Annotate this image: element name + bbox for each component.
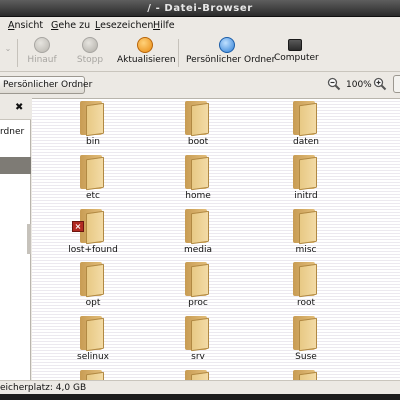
home-label: Persönlicher Ordner bbox=[186, 55, 276, 65]
folder-name: daten bbox=[293, 137, 319, 147]
folder-name: proc bbox=[188, 298, 208, 308]
no-access-icon: × bbox=[72, 221, 84, 232]
folder-item[interactable] bbox=[158, 370, 238, 380]
folder-item[interactable]: selinux bbox=[53, 316, 133, 366]
folder-name: lost+found bbox=[68, 245, 118, 255]
folder-item[interactable]: srv bbox=[158, 316, 238, 366]
folder-name: root bbox=[296, 298, 316, 308]
folder-icon bbox=[290, 101, 322, 137]
folder-icon bbox=[182, 209, 214, 245]
folder-icon bbox=[290, 262, 322, 298]
sidebar-header: ✖ bbox=[0, 98, 31, 120]
file-browser-window: / - Datei-Browser Ansicht Gehe zu Leseze… bbox=[0, 0, 400, 400]
free-space-text: eicherplatz: 4,0 GB bbox=[0, 383, 87, 393]
folder-item[interactable]: proc bbox=[158, 262, 238, 312]
zoom-out-icon[interactable] bbox=[327, 77, 341, 91]
menu-ansicht[interactable]: Ansicht bbox=[8, 19, 43, 32]
menu-bar: Ansicht Gehe zu Lesezeichen Hilfe bbox=[0, 17, 400, 34]
close-icon[interactable]: ✖ bbox=[15, 102, 23, 113]
toolbar: ⌄ Hinauf Stopp Aktualisieren Persönliche… bbox=[0, 34, 400, 72]
chevron-down-icon: ⌄ bbox=[4, 44, 12, 53]
folder-item[interactable]: home bbox=[158, 155, 238, 205]
computer-label: Computer bbox=[274, 53, 319, 63]
home-icon bbox=[219, 37, 235, 53]
folder-icon bbox=[182, 262, 214, 298]
up-icon bbox=[34, 37, 50, 53]
folder-name: Suse bbox=[295, 352, 317, 362]
folder-item[interactable]: boot bbox=[158, 101, 238, 151]
folder-icon bbox=[290, 155, 322, 191]
title-bar[interactable]: / - Datei-Browser bbox=[0, 0, 400, 17]
folder-item[interactable]: initrd bbox=[266, 155, 346, 205]
folder-name: opt bbox=[85, 298, 101, 308]
window-title: / - Datei-Browser bbox=[147, 3, 253, 14]
folder-item[interactable] bbox=[266, 370, 346, 380]
folder-icon bbox=[77, 316, 109, 352]
menu-gehe-zu[interactable]: Gehe zu bbox=[51, 19, 90, 32]
folder-item[interactable]: opt bbox=[53, 262, 133, 312]
folder-icon bbox=[77, 155, 109, 191]
folder-item[interactable]: daten bbox=[266, 101, 346, 151]
folder-item[interactable]: × lost+found bbox=[53, 209, 133, 259]
up-button[interactable]: Hinauf bbox=[25, 37, 59, 70]
folder-icon bbox=[182, 316, 214, 352]
sidebar-resize-handle[interactable] bbox=[27, 224, 31, 254]
computer-button[interactable]: Computer bbox=[274, 37, 319, 70]
folder-icon bbox=[77, 101, 109, 137]
folder-item[interactable]: Suse bbox=[266, 316, 346, 366]
folder-name: media bbox=[183, 245, 213, 255]
folder-icon bbox=[290, 316, 322, 352]
menu-hilfe[interactable]: Hilfe bbox=[153, 19, 175, 32]
view-mode-select[interactable] bbox=[393, 75, 400, 93]
folder-icon bbox=[290, 370, 322, 380]
folder-name: misc bbox=[295, 245, 317, 255]
folder-name: etc bbox=[85, 191, 100, 201]
sidebar: ✖ rdner bbox=[0, 98, 31, 380]
folder-item[interactable]: media bbox=[158, 209, 238, 259]
home-folder-path-button[interactable]: Persönlicher Ordner bbox=[0, 76, 92, 94]
folder-icon bbox=[182, 101, 214, 137]
status-bar: eicherplatz: 4,0 GB bbox=[0, 380, 400, 394]
sidebar-selected-item[interactable] bbox=[0, 157, 31, 174]
stop-label: Stopp bbox=[76, 55, 104, 65]
folder-name: bin bbox=[86, 137, 100, 147]
reload-button[interactable]: Aktualisieren bbox=[117, 37, 176, 70]
file-icon-view[interactable]: bin boot daten etc home initrd × lost+found medi… bbox=[32, 98, 400, 380]
folder-icon bbox=[77, 262, 109, 298]
folder-icon bbox=[77, 370, 109, 380]
folder-item[interactable]: etc bbox=[53, 155, 133, 205]
back-dropdown-button[interactable]: ⌄ bbox=[2, 37, 14, 70]
folder-icon bbox=[182, 155, 214, 191]
stop-icon bbox=[82, 37, 98, 53]
folder-icon bbox=[290, 209, 322, 245]
toolbar-separator bbox=[17, 39, 18, 67]
folder-icon bbox=[182, 370, 214, 380]
folder-name: initrd bbox=[294, 191, 318, 201]
up-label: Hinauf bbox=[27, 55, 57, 65]
home-button[interactable]: Persönlicher Ordner bbox=[186, 37, 276, 70]
zoom-level[interactable]: 100% bbox=[346, 80, 372, 90]
folder-item[interactable]: bin bbox=[53, 101, 133, 151]
toolbar-separator bbox=[178, 39, 179, 67]
folder-name: home bbox=[185, 191, 211, 201]
sidebar-item-home[interactable]: rdner bbox=[0, 127, 31, 139]
folder-name: selinux bbox=[77, 352, 109, 362]
folder-name: srv bbox=[191, 352, 205, 362]
folder-item[interactable]: root bbox=[266, 262, 346, 312]
folder-item[interactable]: misc bbox=[266, 209, 346, 259]
folder-name: boot bbox=[187, 137, 209, 147]
menu-lesezeichen[interactable]: Lesezeichen bbox=[95, 19, 153, 32]
reload-icon bbox=[137, 37, 153, 53]
window-border bbox=[0, 394, 400, 400]
reload-label: Aktualisieren bbox=[117, 55, 176, 65]
zoom-in-icon[interactable] bbox=[373, 77, 387, 91]
folder-item[interactable] bbox=[53, 370, 133, 380]
stop-button[interactable]: Stopp bbox=[74, 37, 106, 70]
computer-icon bbox=[288, 39, 302, 51]
